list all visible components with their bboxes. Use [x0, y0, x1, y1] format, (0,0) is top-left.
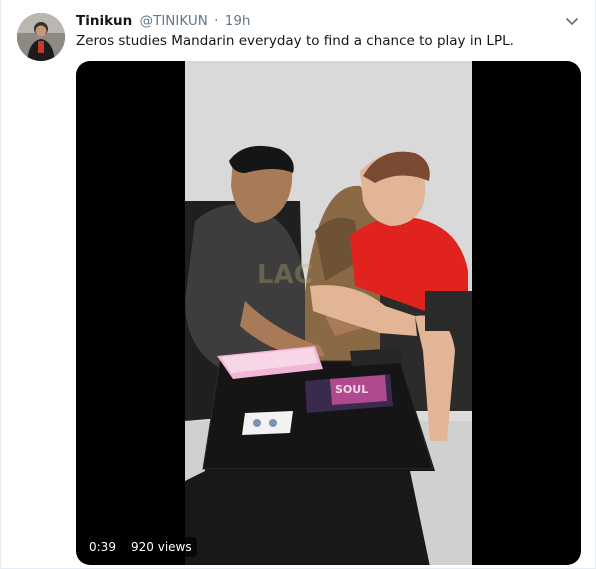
book-title: SOUL	[335, 383, 368, 396]
video-watermark: LAC	[257, 260, 313, 290]
tweet-header: Tinikun @TINIKUN · 19h	[76, 12, 250, 30]
avatar-photo	[17, 13, 65, 61]
separator-dot: ·	[214, 13, 219, 29]
video-thumbnail: SOUL LAC	[185, 61, 472, 565]
author-handle[interactable]: @TINIKUN	[140, 13, 208, 29]
chevron-down-icon[interactable]	[563, 12, 581, 30]
avatar[interactable]	[17, 13, 65, 61]
video-views-badge: 920 views	[126, 537, 197, 557]
tweet-card[interactable]: Tinikun @TINIKUN · 19h Zeros studies Man…	[0, 0, 596, 569]
author-name[interactable]: Tinikun	[76, 13, 132, 29]
timestamp[interactable]: 19h	[225, 13, 251, 29]
video-duration-badge: 0:39	[84, 537, 121, 557]
video-player[interactable]: SOUL LAC 0:39 920 views	[76, 61, 581, 565]
video-frame[interactable]: SOUL LAC	[185, 61, 472, 565]
tweet-text: Zeros studies Mandarin everyday to find …	[76, 33, 514, 49]
